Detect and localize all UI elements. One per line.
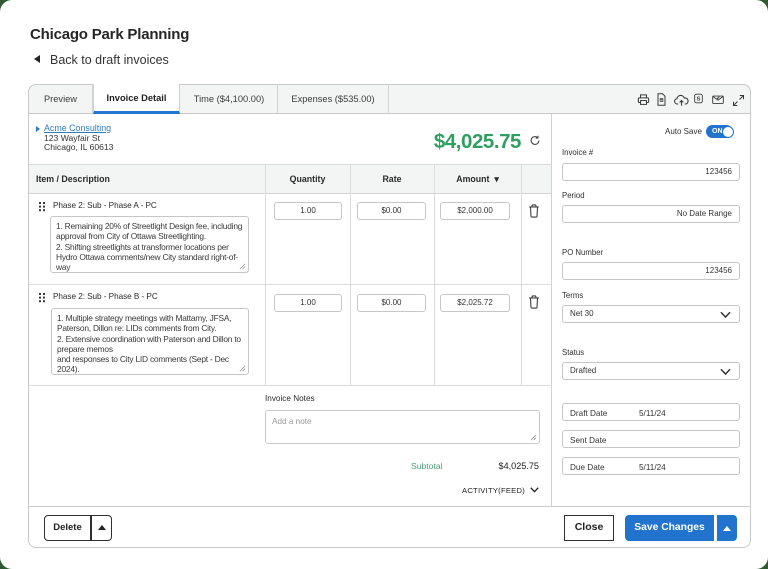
svg-text:w: w xyxy=(659,98,663,102)
svg-text:S: S xyxy=(697,97,701,103)
